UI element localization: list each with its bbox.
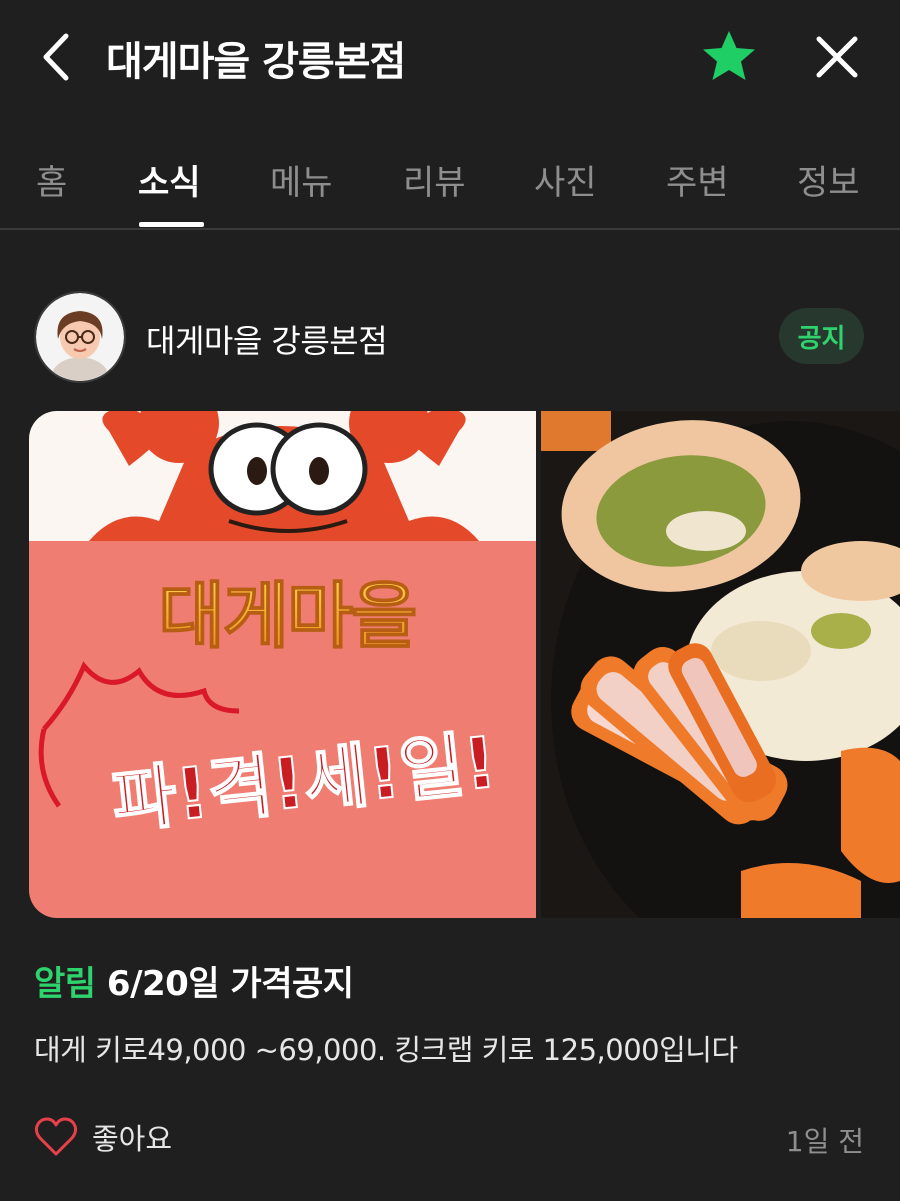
post-body[interactable]: 대게 키로49,000 ~69,000. 킹크랩 키로 125,000입니다 <box>34 1027 738 1069</box>
star-icon[interactable] <box>700 28 758 84</box>
avatar[interactable] <box>34 291 126 383</box>
tab-menu[interactable]: 메뉴 <box>270 155 333 204</box>
top-bar: 대게마을 강릉본점 <box>0 0 900 115</box>
like-label: 좋아요 <box>92 1122 173 1156</box>
post-images[interactable]: 대게마을 파!격!세!일! <box>29 411 900 918</box>
active-tab-indicator <box>139 222 204 227</box>
tab-photos[interactable]: 사진 <box>534 155 597 204</box>
heart-icon[interactable] <box>34 1117 78 1157</box>
like-button[interactable]: 좋아요 <box>34 1117 172 1157</box>
notice-badge: 공지 <box>779 308 864 364</box>
promo-headline: 대게마을 <box>159 574 416 658</box>
tab-news[interactable]: 소식 <box>138 155 201 204</box>
chevron-left-icon[interactable] <box>36 30 80 84</box>
post-title[interactable]: 알림 6/20일 가격공지 <box>34 956 354 1005</box>
page-title: 대게마을 강릉본점 <box>106 39 406 85</box>
author-name[interactable]: 대게마을 강릉본점 <box>146 316 388 362</box>
tab-reviews[interactable]: 리뷰 <box>403 155 466 204</box>
tab-home[interactable]: 홈 <box>36 155 67 204</box>
tab-info[interactable]: 정보 <box>797 155 860 204</box>
close-icon[interactable] <box>812 32 862 82</box>
post-time: 1일 전 <box>785 1125 864 1158</box>
post-tag: 알림 <box>34 964 96 1004</box>
promo-image[interactable]: 대게마을 파!격!세!일! <box>29 411 536 918</box>
crab-photo[interactable] <box>541 411 900 918</box>
post-title-text: 6/20일 가격공지 <box>106 964 354 1004</box>
tab-nearby[interactable]: 주변 <box>666 155 729 204</box>
tab-bar: 홈 소식 메뉴 리뷰 사진 주변 정보 <box>0 140 900 230</box>
